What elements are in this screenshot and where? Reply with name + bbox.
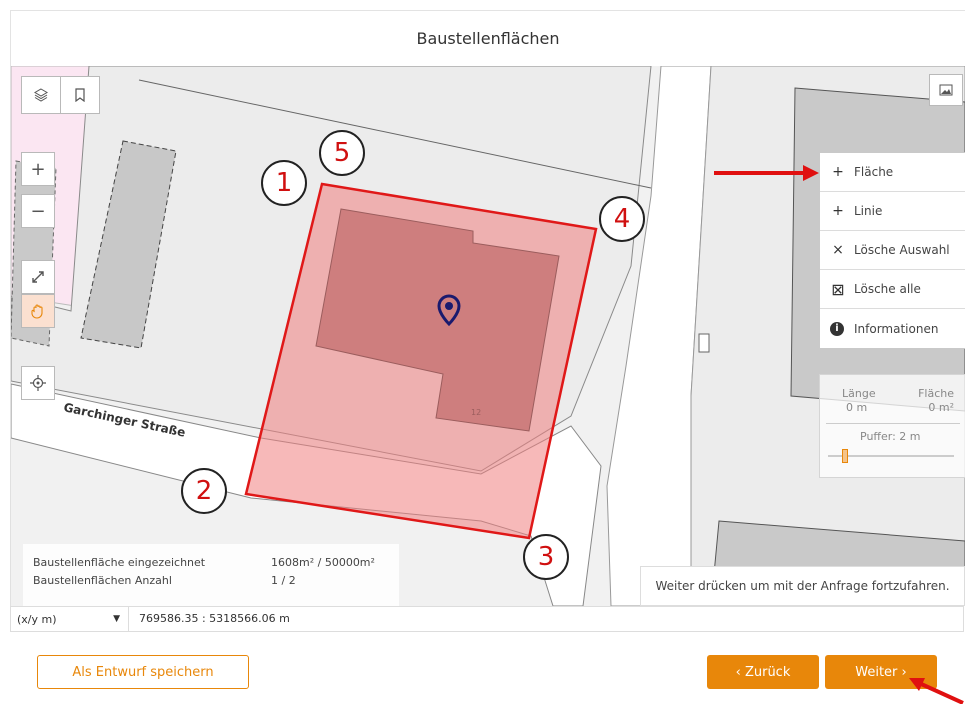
annotation-3: 3 xyxy=(523,534,569,580)
bookmark-button[interactable] xyxy=(60,76,100,114)
plus-icon: + xyxy=(832,203,844,219)
back-button[interactable]: ‹ Zurück xyxy=(707,655,819,689)
chevron-down-icon: ▼ xyxy=(113,614,120,624)
layers-button[interactable] xyxy=(21,76,61,114)
info-icon: i xyxy=(830,321,844,336)
info-row1-label: Baustellenfläche eingezeichnet xyxy=(33,556,206,569)
arrow-to-next xyxy=(909,678,964,704)
image-icon xyxy=(939,84,953,96)
info-row1-value: 1608m² / 50000m² xyxy=(271,556,375,569)
annotation-4: 4 xyxy=(599,196,645,242)
plus-icon: + xyxy=(832,164,844,180)
menu-item-loesche-alle[interactable]: ⊠ Lösche alle xyxy=(820,270,965,309)
annotation-2: 2 xyxy=(181,468,227,514)
draw-menu: + Fläche + Linie × Lösche Auswahl ⊠ Lösche a… xyxy=(819,152,965,349)
close-icon: × xyxy=(832,242,844,258)
zoom-out-button[interactable]: − xyxy=(21,194,55,228)
menu-item-label: Fläche xyxy=(854,165,894,179)
area-label: Fläche xyxy=(918,387,954,400)
image-button[interactable] xyxy=(929,74,963,106)
fullscreen-button[interactable] xyxy=(21,260,55,294)
zoom-in-button[interactable]: + xyxy=(21,152,55,186)
buffer-label: Puffer: 2 m xyxy=(860,430,921,443)
buffer-slider-handle[interactable] xyxy=(842,449,848,463)
menu-item-label: Informationen xyxy=(854,321,939,336)
measure-panel: Länge 0 m Fläche 0 m² Puffer: 2 m xyxy=(819,374,965,478)
small-structure xyxy=(698,333,710,353)
menu-item-loesche-auswahl[interactable]: × Lösche Auswahl xyxy=(820,231,965,270)
hand-icon xyxy=(31,304,43,319)
menu-item-label: Lösche Auswahl xyxy=(854,243,950,257)
checkbox-x-icon: ⊠ xyxy=(831,279,845,299)
bookmark-icon xyxy=(75,88,85,102)
dialog-footer: Als Entwurf speichern ‹ Zurück Weiter › xyxy=(10,632,964,704)
area-value: 0 m² xyxy=(928,401,954,414)
pan-button[interactable] xyxy=(21,294,55,328)
length-value: 0 m xyxy=(846,401,868,414)
save-draft-button[interactable]: Als Entwurf speichern xyxy=(37,655,249,689)
annotation-5: 5 xyxy=(319,130,365,176)
dialog-header: Baustellenflächen xyxy=(10,10,965,67)
coordinate-value: 769586.35 : 5318566.06 m xyxy=(139,612,290,625)
dialog-title: Baustellenflächen xyxy=(416,29,560,48)
menu-item-informationen[interactable]: i Informationen xyxy=(820,309,965,348)
locate-button[interactable] xyxy=(21,366,55,400)
length-label: Länge xyxy=(842,387,876,400)
info-row2-value: 1 / 2 xyxy=(271,574,296,587)
map-view[interactable]: 12 Garchinger Straße + − +Fläch xyxy=(10,66,965,606)
coordinate-unit-value: (x/y m) xyxy=(17,612,57,626)
continue-hint: Weiter drücken um mit der Anfrage fortzu… xyxy=(640,566,965,606)
expand-icon xyxy=(32,271,44,283)
annotation-1: 1 xyxy=(261,160,307,206)
coordinate-unit-select[interactable]: (x/y m) ▼ xyxy=(11,607,129,631)
menu-item-label: Linie xyxy=(854,204,883,218)
menu-item-flaeche[interactable]: + Fläche xyxy=(820,153,965,192)
menu-item-label: Lösche alle xyxy=(854,282,921,296)
info-box: Baustellenfläche eingezeichnet 1608m² / … xyxy=(23,544,399,606)
crosshair-icon xyxy=(30,375,46,391)
coordinate-bar: (x/y m) ▼ 769586.35 : 5318566.06 m xyxy=(10,606,964,632)
layers-icon xyxy=(34,88,48,102)
info-row2-label: Baustellenflächen Anzahl xyxy=(33,574,172,587)
menu-item-linie[interactable]: + Linie xyxy=(820,192,965,231)
